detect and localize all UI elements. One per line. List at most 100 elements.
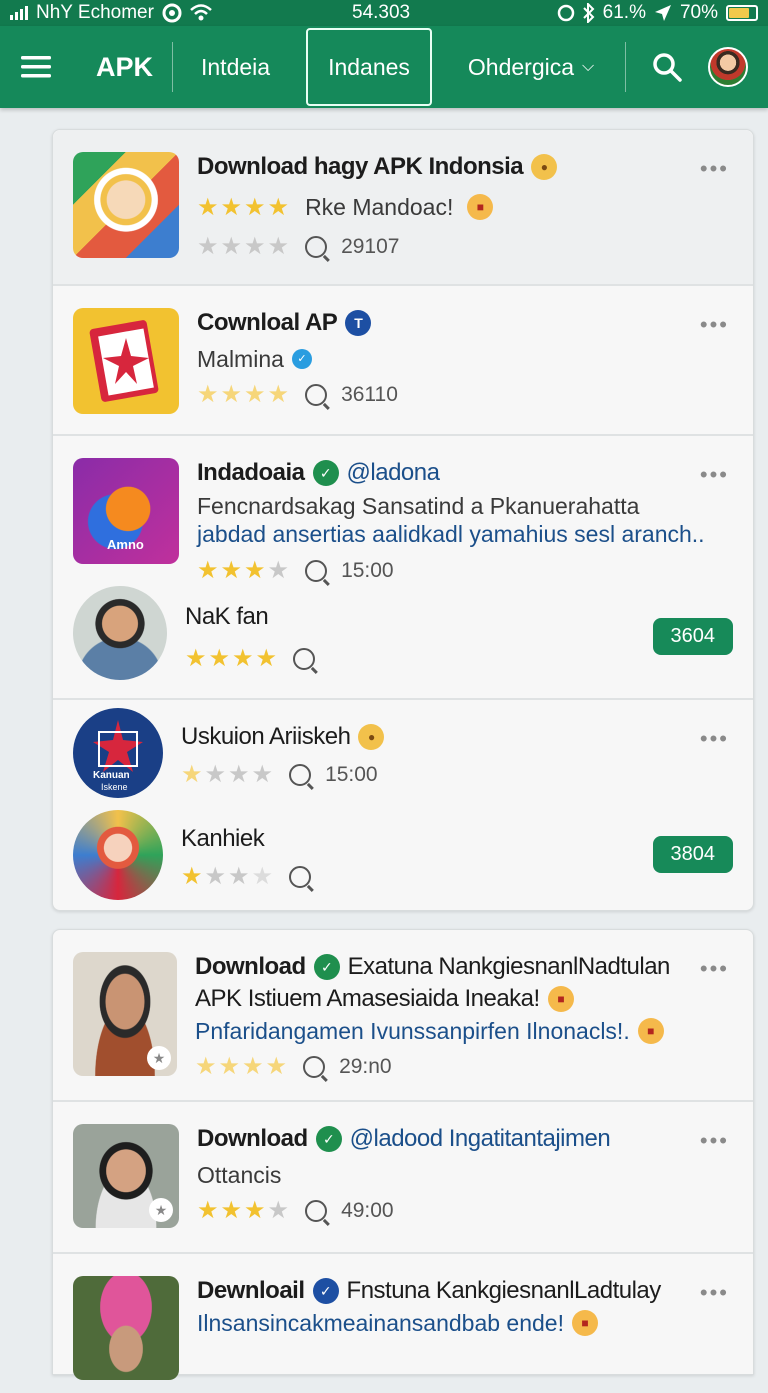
list-item[interactable]: ★ Download ✓ Exatuna NankgiesnanlNadtulan …: [53, 930, 753, 1102]
comment-icon: [289, 763, 312, 786]
app-description: Ilnsansincakmeainansandbab ende!: [197, 1310, 564, 1336]
app-title-continued: Exatuna NankgiesnanlNadtulan: [347, 953, 671, 980]
more-options-icon[interactable]: •••: [700, 956, 729, 982]
chevron-down-icon: ⌵: [582, 58, 595, 75]
more-options-icon[interactable]: •••: [700, 312, 729, 338]
verified-badge-icon: ✓: [312, 1278, 339, 1304]
top-navigation: APK Intdeia Indanes Ohdergica ⌵: [0, 26, 768, 108]
list-item[interactable]: Kanhiek ★★★★ 3804: [53, 806, 753, 910]
battery-percent: 70%: [679, 2, 718, 23]
user-avatar[interactable]: [708, 47, 748, 87]
star-rating: ★★★★: [185, 645, 280, 672]
tag-emoji-icon: ■: [467, 194, 494, 220]
comment-count: 29:n0: [339, 1054, 392, 1078]
app-list-card: ★ Download ✓ Exatuna NankgiesnanlNadtulan …: [52, 929, 754, 1380]
app-title: NaK fan: [185, 603, 269, 630]
comment-icon: [293, 647, 316, 670]
location-arrow-icon: [654, 5, 671, 21]
tab-label: Ohdergica: [467, 53, 575, 80]
clock: 54.303: [352, 2, 411, 23]
star-rating: ★★★★: [197, 193, 292, 221]
star-badge-icon: ★: [147, 1046, 171, 1070]
wifi-icon: [190, 4, 212, 21]
tag-emoji-icon: ■: [637, 1018, 664, 1044]
comment-icon: [305, 235, 328, 258]
star-badge-icon: ★: [149, 1198, 173, 1222]
verified-badge-icon: ✓: [291, 349, 312, 369]
star-rating: ★★★★: [181, 863, 276, 890]
signal-icon: [10, 6, 28, 20]
app-subtitle: Ottancis: [197, 1162, 282, 1188]
app-list-card: Download hagy APK Indonsia ● ★★★★ Rke Man…: [52, 129, 754, 911]
app-thumbnail: ★: [73, 952, 177, 1076]
star-rating: ★★★★: [197, 1197, 292, 1224]
app-title: Download: [195, 953, 306, 980]
tab-intdeia[interactable]: Intdeia: [173, 26, 298, 108]
comment-count: 49:00: [341, 1198, 394, 1222]
star-rating: ★★★★: [181, 761, 276, 788]
comment-icon: [289, 865, 312, 888]
list-item[interactable]: Download hagy APK Indonsia ● ★★★★ Rke Man…: [53, 130, 753, 286]
count-badge[interactable]: 3804: [652, 836, 733, 873]
tab-label: Intdeia: [201, 53, 271, 80]
carrier-name: NhY Echomer: [36, 2, 154, 23]
comment-icon: [305, 1199, 328, 1222]
app-handle: @ladood Ingatitantajimen: [349, 1125, 611, 1152]
app-title: Cownloal AP: [197, 309, 338, 336]
more-options-icon[interactable]: •••: [700, 1128, 729, 1154]
comment-icon: [303, 1055, 326, 1078]
list-item[interactable]: NaK fan ★★★★ 3604: [53, 576, 753, 700]
more-options-icon[interactable]: •••: [700, 462, 729, 488]
app-thumbnail: Amno: [73, 458, 179, 564]
app-subtitle: Malmina: [197, 346, 284, 372]
app-logo[interactable]: APK: [72, 52, 172, 83]
app-thumbnail: Kanuan Iskene: [73, 708, 163, 798]
list-item[interactable]: ★ Download ✓ @ladood Ingatitantajimen Otta…: [53, 1102, 753, 1254]
comment-count: 15:00: [325, 762, 378, 786]
thumbnail-caption: Amno: [107, 537, 144, 552]
tab-ohdergica[interactable]: Ohdergica ⌵: [440, 26, 622, 108]
app-thumbnail: [73, 1276, 179, 1380]
status-bar: NhY Echomer 54.303 61.% 70%: [0, 0, 768, 26]
verified-badge-icon: ✓: [312, 460, 339, 486]
app-title: Uskuion Ariiskeh: [181, 723, 351, 750]
alarm-icon: [557, 4, 574, 22]
app-title: Dewnloail: [197, 1277, 305, 1304]
more-options-icon[interactable]: •••: [700, 1280, 729, 1306]
comment-icon: [305, 383, 328, 406]
app-description: Fencnardsakag Sansatind a Pkanuerahatta: [197, 493, 640, 519]
feed: Download hagy APK Indonsia ● ★★★★ Rke Man…: [52, 129, 754, 1393]
tag-emoji-icon: ■: [547, 986, 574, 1012]
more-options-icon[interactable]: •••: [700, 726, 729, 752]
verified-badge-icon: T: [345, 310, 372, 336]
tab-label: Indanes: [328, 53, 410, 80]
comment-count: 36110: [341, 382, 398, 406]
list-item[interactable]: Dewnloail ✓ Fnstuna KankgiesnanlLadtulay I…: [53, 1254, 753, 1380]
app-thumbnail: [73, 152, 179, 258]
tab-indanes[interactable]: Indanes: [306, 28, 432, 106]
app-title: Indadoaia: [197, 459, 305, 486]
app-thumbnail: [73, 810, 163, 900]
app-title: Kanhiek: [181, 825, 265, 852]
app-description: Pnfaridangamen Ivunssanpirfen Ilnonacls!…: [195, 1018, 630, 1044]
star-rating: ★★★★: [197, 381, 292, 408]
battery-icon: [726, 5, 758, 21]
face-emoji-icon: ●: [358, 724, 385, 750]
user-avatar: [73, 586, 167, 680]
face-emoji-icon: ●: [531, 154, 558, 180]
verified-badge-icon: ✓: [313, 954, 340, 980]
app-thumbnail: ★: [73, 1124, 179, 1228]
app-title: Download hagy APK Indonsia: [197, 153, 524, 180]
list-item[interactable]: Cownloal AP T Malmina ✓ ★★★★ 36110 •••: [53, 286, 753, 436]
thumbnail-caption: Iskene: [101, 782, 128, 792]
count-badge[interactable]: 3604: [652, 618, 733, 655]
search-icon[interactable]: [652, 52, 682, 82]
more-options-icon[interactable]: •••: [700, 156, 729, 182]
list-item[interactable]: Amno Indadoaia ✓ @ladona Fencnardsakag San…: [53, 436, 753, 584]
app-title-line2: APK Istiuem Amasesiaida Ineaka!: [195, 985, 540, 1012]
app-handle: @ladona: [346, 459, 440, 486]
menu-icon[interactable]: [0, 26, 72, 108]
sync-icon: [162, 3, 182, 23]
list-item[interactable]: Kanuan Iskene Uskuion Ariiskeh ● ★★★★ 15:…: [53, 700, 753, 806]
thumbnail-caption: Kanuan: [93, 770, 130, 781]
